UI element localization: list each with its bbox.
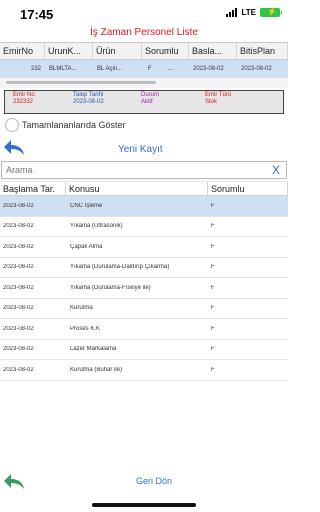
row-subject: Yıkama (Durulama-Daldırıp Çıkarma) <box>70 264 170 271</box>
network-label: LTE <box>241 8 256 17</box>
status-bar: 17:45 LTE ⚡ <box>0 0 288 26</box>
battery-icon: ⚡ <box>260 7 282 17</box>
column-header[interactable]: Sorumlu <box>208 182 288 195</box>
info-durum: Durum Aktif <box>141 92 159 106</box>
order-cell: 2023-08-02 <box>241 66 272 72</box>
table-row[interactable]: 2023-08-02 Yıkama (Durulama-Fıskiye ile)… <box>0 278 288 299</box>
info-value: 2023-08-02 <box>73 99 104 105</box>
row-subject: Lazer Markalama <box>70 346 117 353</box>
row-responsible: F <box>211 284 215 291</box>
back-arrow-icon[interactable] <box>2 138 26 158</box>
show-completed-label: Tamamlananlarıda Göster <box>22 120 126 130</box>
order-cell: BL Açılı... <box>97 66 123 72</box>
order-cell: ... <box>168 66 174 72</box>
table-row[interactable]: 2023-08-02 Proses K.K F <box>0 319 288 340</box>
row-date: 2023-08-02 <box>3 305 34 312</box>
info-label: Emir No <box>13 92 35 98</box>
row-responsible: F <box>211 264 215 271</box>
row-subject: Yıkama (Ultrasonik) <box>70 223 123 230</box>
row-date: 2023-08-02 <box>3 243 34 250</box>
row-subject: CNC İşleme <box>70 202 103 209</box>
info-value: Aktif <box>141 99 153 105</box>
order-cell: 232 <box>30 66 41 72</box>
row-responsible: F <box>211 223 215 230</box>
row-subject: Çapak Alma <box>70 243 103 250</box>
row-date: 2023-08-02 <box>3 284 34 291</box>
info-emir-turu: Emir Türü Stok <box>205 92 231 106</box>
row-responsible: F <box>211 243 215 250</box>
column-header[interactable]: Sorumlu <box>142 43 189 59</box>
bottom-bar: Geri Dön <box>0 470 288 494</box>
close-icon[interactable]: X <box>272 163 280 177</box>
row-date: 2023-08-02 <box>3 325 34 332</box>
row-responsible: F <box>211 346 215 353</box>
table-row[interactable]: 2023-08-02 CNC İşleme F <box>0 196 288 217</box>
horizontal-scrollbar[interactable] <box>0 78 288 88</box>
order-cell: 2023-08-02 <box>193 66 224 72</box>
order-info-panel: Emir No 232332 Talep Tarihi 2023-08-02 D… <box>4 90 284 114</box>
row-responsible: F <box>211 366 215 373</box>
info-emir-no: Emir No 232332 <box>13 92 35 106</box>
operations-table: 2023-08-02 CNC İşleme F 2023-08-02 Yıkam… <box>0 196 288 381</box>
order-cell: F <box>148 66 152 72</box>
table-row[interactable]: 2023-08-02 Çapak Alma F <box>0 237 288 258</box>
page-title: İş Zaman Personel Liste <box>90 27 198 38</box>
back-button[interactable]: Geri Dön <box>136 476 172 486</box>
table-row[interactable]: 2023-08-02 Kurutma (Buhar ile) F <box>0 360 288 381</box>
table-row[interactable]: 2023-08-02 Kurutma F <box>0 298 288 319</box>
row-date: 2023-08-02 <box>3 264 34 271</box>
info-label: Emir Türü <box>205 92 232 98</box>
row-responsible: F <box>211 325 215 332</box>
info-value: 232332 <box>13 99 34 105</box>
order-table-header: EmirNo UrunK... Ürün Sorumlu Basla... Bi… <box>0 42 288 60</box>
status-icons: LTE ⚡ <box>226 7 282 17</box>
row-subject: Proses K.K <box>70 325 101 332</box>
order-cell: BLMLTA... <box>49 66 77 72</box>
operations-table-header: Başlama Tar. Konusu Sorumlu <box>0 181 288 196</box>
row-date: 2023-08-02 <box>3 202 34 209</box>
column-header[interactable]: BitisPlan <box>237 43 288 59</box>
table-row[interactable]: 2023-08-02 Yıkama (Ultrasonik) F <box>0 216 288 237</box>
row-date: 2023-08-02 <box>3 346 34 353</box>
row-subject: Kurutma <box>70 305 93 312</box>
info-label: Durum <box>141 92 160 98</box>
info-label: Talep Tarihi <box>73 92 104 98</box>
column-header[interactable]: UrunK... <box>45 43 93 59</box>
back-arrow-icon[interactable] <box>2 472 26 492</box>
show-completed-toggle[interactable]: Tamamlananlarıda Göster <box>5 118 126 132</box>
column-header[interactable]: Basla... <box>189 43 237 59</box>
row-date: 2023-08-02 <box>3 366 34 373</box>
row-responsible: F <box>211 202 215 209</box>
signal-icon <box>226 8 238 17</box>
table-row[interactable]: 2023-08-02 Lazer Markalama F <box>0 339 288 360</box>
column-header[interactable]: Konusu <box>66 182 208 195</box>
column-header[interactable]: Başlama Tar. <box>0 182 66 195</box>
info-value: Stok <box>205 99 218 105</box>
scrollbar-thumb[interactable] <box>6 81 156 84</box>
table-row[interactable]: 2023-08-02 Yıkama (Durulama-Daldırıp Çık… <box>0 257 288 278</box>
row-responsible: F <box>211 305 215 312</box>
column-header[interactable]: Ürün <box>93 43 142 59</box>
status-time: 17:45 <box>20 7 54 22</box>
new-record-button[interactable]: Yeni Kayıt <box>118 144 163 155</box>
order-table-row[interactable]: 232 BLMLTA... BL Açılı... F ... 2023-08-… <box>0 60 288 78</box>
search-input[interactable] <box>2 162 262 178</box>
show-completed-checkbox[interactable] <box>5 118 19 132</box>
column-header[interactable]: EmirNo <box>0 43 45 59</box>
search-box: X <box>1 161 287 179</box>
row-subject: Yıkama (Durulama-Fıskiye ile) <box>70 284 151 291</box>
home-indicator <box>92 503 196 507</box>
info-talep-tarihi: Talep Tarihi 2023-08-02 <box>73 92 104 106</box>
row-subject: Kurutma (Buhar ile) <box>70 366 123 373</box>
row-date: 2023-08-02 <box>3 223 34 230</box>
